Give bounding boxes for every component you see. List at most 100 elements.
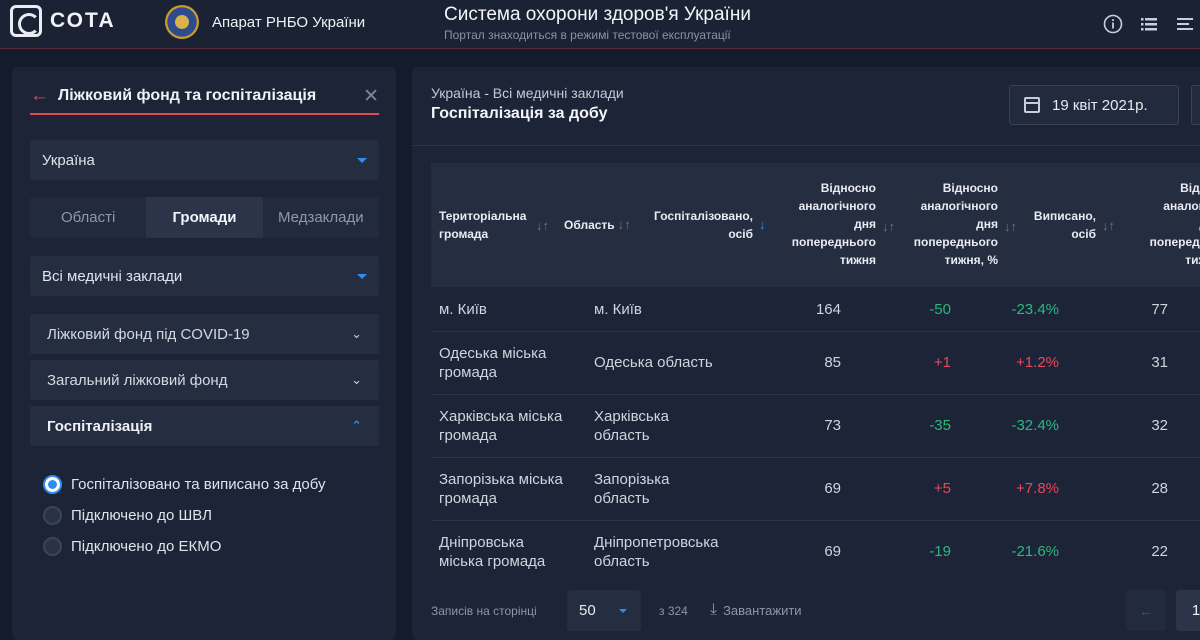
cell-hospitalized: 73 — [824, 417, 841, 434]
col-header-discharged-diff[interactable]: Відн аналогі д попередн тиж — [1127, 179, 1200, 269]
cell-diff-pct: +7.8% — [1016, 480, 1059, 497]
table-row[interactable]: Запорізька міська громада Запорізька облас… — [431, 458, 1200, 521]
per-page-label: Записів на сторінці — [431, 604, 537, 618]
tab-oblasti[interactable]: Області — [30, 197, 146, 238]
accordion-label: Госпіталізація — [47, 417, 153, 435]
cell-community: м. Київ — [439, 301, 487, 318]
region-select[interactable]: Україна — [30, 140, 379, 180]
info-icon[interactable] — [1102, 13, 1124, 35]
cell-oblast: Харківська область — [594, 408, 669, 444]
cell-diff-pct: +1.2% — [1016, 354, 1059, 371]
accordion-general-beds[interactable]: Загальний ліжковий фонд ⌄ — [30, 360, 379, 400]
logo-text: СОТА — [50, 9, 116, 32]
download-button[interactable]: ⤓ Завантажити — [710, 601, 802, 619]
breadcrumb: Україна - Всі медичні заклади — [431, 85, 624, 101]
cell-hospitalized: 69 — [824, 543, 841, 560]
sort-desc-icon[interactable]: ↓ — [759, 216, 766, 234]
logo-icon — [10, 5, 42, 37]
menu-icon[interactable] — [1174, 13, 1196, 35]
coat-of-arms-icon — [165, 5, 199, 39]
facility-select-value: Всі медичні заклади — [42, 267, 183, 285]
cell-hospitalized: 164 — [815, 301, 841, 318]
cell-hospitalized: 69 — [824, 480, 841, 497]
col-header-community[interactable]: Територіальна громада ↓↑ — [439, 207, 549, 243]
radio-ventilator[interactable]: Підключено до ШВЛ — [43, 506, 212, 525]
main-panel: Україна - Всі медичні заклади Госпіталіз… — [412, 67, 1200, 640]
sort-icon[interactable]: ↓↑ — [618, 217, 631, 232]
arrow-left-icon: ← — [1139, 602, 1153, 619]
radio-hospitalized-discharged[interactable]: Госпіталізовано та виписано за добу — [43, 475, 325, 494]
cell-diff: -19 — [929, 543, 951, 560]
level-tabs: Області Громади Медзаклади — [30, 197, 379, 238]
cell-discharged: 31 — [1151, 354, 1168, 371]
prev-page-button[interactable]: ← — [1126, 590, 1166, 631]
table-row[interactable]: Харківська міська громада Харківська облас… — [431, 395, 1200, 458]
cell-diff: -35 — [929, 417, 951, 434]
cell-discharged: 32 — [1151, 417, 1168, 434]
per-page-select[interactable]: 50 — [567, 590, 641, 631]
cell-diff-pct: -32.4% — [1011, 417, 1059, 434]
radio-unchecked-icon — [43, 506, 62, 525]
close-icon[interactable]: ✕ — [363, 85, 379, 108]
divider — [412, 145, 1200, 146]
chevron-up-icon: ⌃ — [351, 418, 362, 433]
radio-checked-icon — [43, 475, 62, 494]
table-row[interactable]: м. Київ м. Київ 164 -50 -23.4% 77 — [431, 287, 1200, 332]
table-footer: Записів на сторінці 50 з 324 ⤓ Завантажи… — [412, 577, 1200, 640]
top-bar: СОТА Апарат РНБО України Система охорони… — [0, 0, 1200, 49]
cell-diff-pct: -21.6% — [1011, 543, 1059, 560]
cell-hospitalized: 85 — [824, 354, 841, 371]
table-row[interactable]: Дніпровська міська громада Дніпропетровсь… — [431, 521, 1200, 577]
org-name: Апарат РНБО України — [212, 13, 366, 31]
sort-icon[interactable]: ↓↑ — [1102, 217, 1115, 235]
col-header-diff[interactable]: Відносно аналогічного дня попереднього т… — [771, 179, 895, 269]
back-arrow-icon[interactable]: ← — [30, 85, 52, 107]
download-label: Завантажити — [723, 602, 802, 618]
sort-icon[interactable]: ↓↑ — [536, 217, 549, 235]
sidebar-title: Ліжковий фонд та госпіталізація — [58, 87, 317, 104]
per-page-value: 50 — [579, 602, 596, 619]
download-icon: ⤓ — [710, 601, 718, 618]
page-number-button[interactable]: 1 — [1176, 590, 1200, 631]
col-header-discharged[interactable]: Виписано, осіб ↓↑ — [1021, 207, 1115, 243]
tab-medzaklady[interactable]: Медзаклади — [263, 197, 379, 238]
panel-extra-button[interactable] — [1191, 85, 1200, 125]
cell-diff-pct: -23.4% — [1011, 301, 1059, 318]
date-value: 19 квіт 2021р. — [1052, 96, 1148, 114]
facility-select[interactable]: Всі медичні заклади — [30, 256, 379, 296]
tab-hromady[interactable]: Громади — [146, 197, 263, 238]
table-row[interactable]: Одеська міська громада Одеська область 85… — [431, 332, 1200, 395]
radio-label: Підключено до ШВЛ — [71, 507, 212, 524]
table-header: Територіальна громада ↓↑ Область ↓↑ Госпі… — [431, 163, 1200, 287]
org-brand[interactable]: Апарат РНБО України — [165, 5, 365, 39]
chevron-down-icon: ⌄ — [351, 326, 362, 341]
page-subtitle: Портал знаходиться в режимі тестової екс… — [444, 28, 731, 42]
page-title: Система охорони здоров'я України — [444, 4, 751, 25]
sidebar-header: ← Ліжковий фонд та госпіталізація ✕ — [30, 79, 379, 115]
total-count: з 324 — [659, 604, 688, 618]
cell-community: Дніпровська міська громада — [439, 534, 546, 570]
cell-community: Запорізька міська громада — [439, 471, 563, 507]
cell-oblast: Одеська область — [594, 354, 713, 371]
col-header-diff-pct[interactable]: Відносно аналогічного дня попереднього т… — [894, 179, 1017, 269]
accordion-covid-beds[interactable]: Ліжковий фонд під COVID-19 ⌄ — [30, 314, 379, 354]
filters-sidebar: ← Ліжковий фонд та госпіталізація ✕ Укра… — [12, 67, 396, 640]
list-icon[interactable] — [1138, 13, 1160, 35]
col-header-hospitalized[interactable]: Госпіталізовано, осіб ↓ — [650, 207, 765, 243]
radio-label: Підключено до ЕКМО — [71, 538, 222, 555]
caret-down-icon — [357, 273, 367, 279]
sort-icon[interactable]: ↓↑ — [1004, 218, 1017, 236]
region-select-value: Україна — [42, 151, 95, 169]
accordion-label: Загальний ліжковий фонд — [47, 371, 228, 389]
cell-oblast: Дніпропетровська область — [594, 534, 719, 570]
cell-discharged: 22 — [1151, 543, 1168, 560]
accordion-hospitalization[interactable]: Госпіталізація ⌃ — [30, 406, 379, 446]
accordion-label: Ліжковий фонд під COVID-19 — [47, 325, 250, 343]
date-picker[interactable]: 19 квіт 2021р. — [1009, 85, 1179, 125]
cell-diff: -50 — [929, 301, 951, 318]
radio-unchecked-icon — [43, 537, 62, 556]
col-header-oblast[interactable]: Область ↓↑ — [564, 216, 631, 234]
radio-ecmo[interactable]: Підключено до ЕКМО — [43, 537, 221, 556]
calendar-icon — [1024, 97, 1040, 113]
app-logo[interactable]: СОТА — [10, 5, 116, 37]
